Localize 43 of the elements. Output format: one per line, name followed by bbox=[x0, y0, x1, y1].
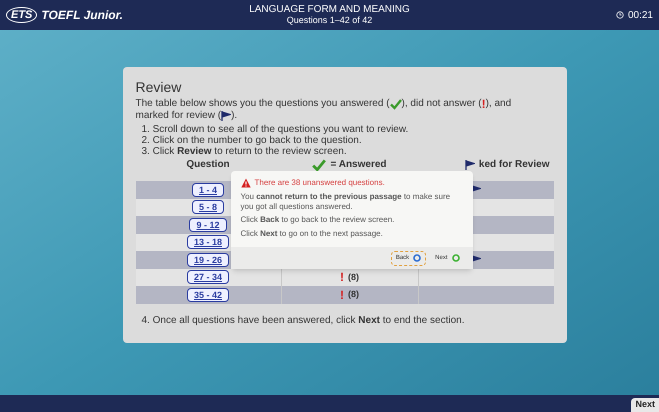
column-header: ked for Review bbox=[478, 158, 550, 172]
check-icon bbox=[312, 158, 326, 172]
intro-text: ), did not answer ( bbox=[402, 98, 482, 110]
instruction-step: 4. Once all questions have been answered, click Next to end the section. bbox=[136, 312, 554, 328]
unanswered-count: (8) bbox=[348, 270, 359, 284]
instruction-step: 3. Click Review to return to the review screen. bbox=[142, 146, 554, 157]
next-button[interactable]: Next bbox=[631, 398, 659, 412]
intro-text: ), and bbox=[486, 98, 512, 110]
section-title: LANGUAGE FORM AND MEANING bbox=[249, 4, 410, 15]
dialog-text: Click Next to go on to the next passage. bbox=[240, 228, 384, 238]
logo-badge: ETS bbox=[6, 7, 38, 23]
column-header: = Answered bbox=[330, 158, 387, 172]
clock-icon bbox=[616, 11, 624, 19]
warning-icon bbox=[240, 178, 250, 188]
unanswered-count: (8) bbox=[348, 288, 359, 301]
flag-icon bbox=[221, 111, 232, 121]
question-range-link[interactable]: 1 - 4 bbox=[192, 182, 224, 197]
alert-mark: ! bbox=[482, 98, 486, 110]
instruction-step: 2. Click on the number to go back to the question. bbox=[142, 135, 554, 146]
question-range-link[interactable]: 19 - 26 bbox=[186, 252, 230, 267]
circle-icon bbox=[452, 254, 460, 262]
dialog-text: You cannot return to the previous passage to make sure you got all questions answered. bbox=[240, 192, 452, 211]
question-range: Questions 1–42 of 42 bbox=[286, 15, 372, 26]
question-range-link[interactable]: 35 - 42 bbox=[186, 288, 230, 302]
flag-icon bbox=[464, 160, 475, 170]
alert-mark: ! bbox=[340, 269, 344, 286]
warning-message: There are 38 unanswered questions. bbox=[254, 178, 385, 188]
intro-text: ). bbox=[231, 110, 238, 122]
intro-text: marked for review ( bbox=[136, 110, 222, 122]
check-icon bbox=[390, 98, 402, 110]
intro-text: The table below shows you the questions you answered ( bbox=[136, 98, 390, 110]
alert-mark: ! bbox=[340, 286, 344, 304]
question-range-link[interactable]: 27 - 34 bbox=[186, 270, 230, 284]
question-range-link[interactable]: 9 - 12 bbox=[189, 218, 226, 232]
brand-name: TOEFL Junior. bbox=[41, 7, 123, 24]
review-title: Review bbox=[136, 79, 182, 95]
question-range-link[interactable]: 13 - 18 bbox=[186, 235, 230, 250]
column-header: Question bbox=[186, 158, 230, 172]
dialog-text: Click Back to go back to the review screen. bbox=[240, 215, 396, 224]
question-range-link[interactable]: 5 - 8 bbox=[192, 200, 224, 214]
timer: 00:21 bbox=[628, 8, 653, 22]
instruction-step: 1. Scroll down to see all of the questions you want to review. bbox=[142, 124, 554, 135]
circle-icon bbox=[413, 254, 422, 262]
